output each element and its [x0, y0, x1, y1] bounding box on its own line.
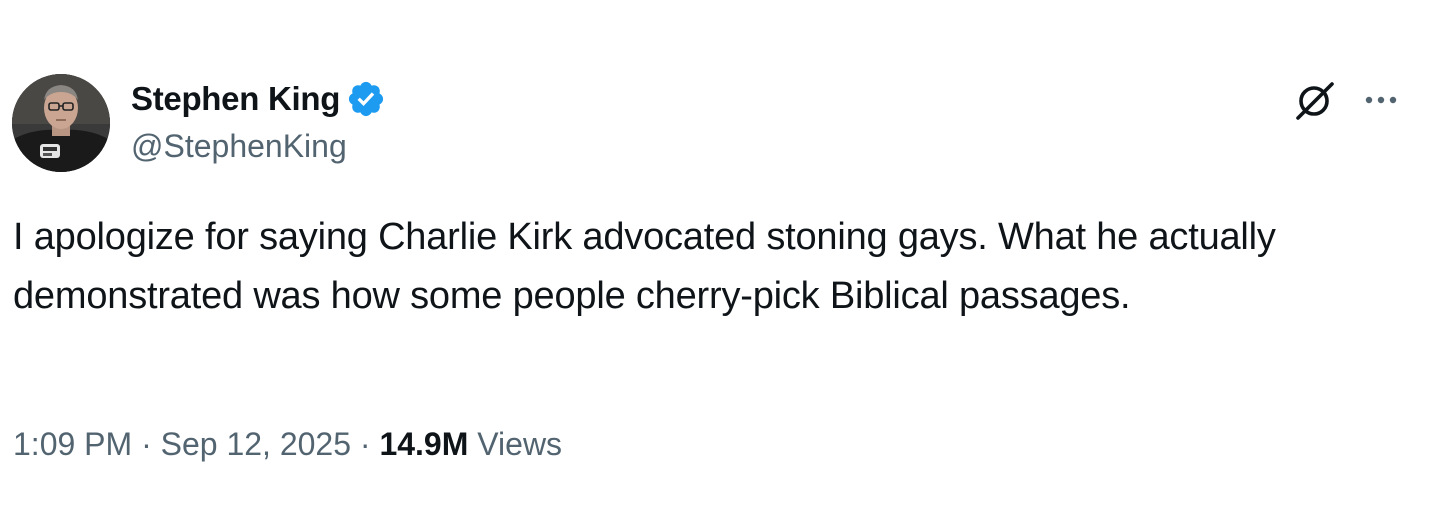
views-count: 14.9M [379, 426, 469, 462]
separator: · [141, 426, 152, 462]
tweet-time: 1:09 PM [13, 426, 133, 462]
tweet-card: Stephen King @StephenKing I apologize fo… [0, 0, 1440, 507]
avatar-image [12, 74, 110, 172]
separator: · [359, 426, 371, 462]
views-label: Views [477, 426, 563, 462]
author-name-row[interactable]: Stephen King [131, 78, 386, 120]
grok-icon[interactable] [1292, 80, 1340, 122]
tweet-text: I apologize for saying Charlie Kirk advo… [13, 216, 1276, 317]
verified-badge-icon[interactable] [346, 79, 386, 119]
tweet-metadata: 1:09 PM · Sep 12, 2025 · 14.9M Views [13, 426, 562, 463]
tweet-timestamp-link[interactable]: 1:09 PM · Sep 12, 2025 [13, 426, 351, 462]
tweet-date: Sep 12, 2025 [160, 426, 351, 462]
views-link[interactable]: 14.9M Views [379, 426, 562, 462]
avatar[interactable] [12, 74, 110, 172]
more-horizontal-icon[interactable] [1360, 82, 1406, 118]
author-display-name[interactable]: Stephen King [131, 80, 340, 118]
author-handle[interactable]: @StephenKing [131, 128, 347, 165]
